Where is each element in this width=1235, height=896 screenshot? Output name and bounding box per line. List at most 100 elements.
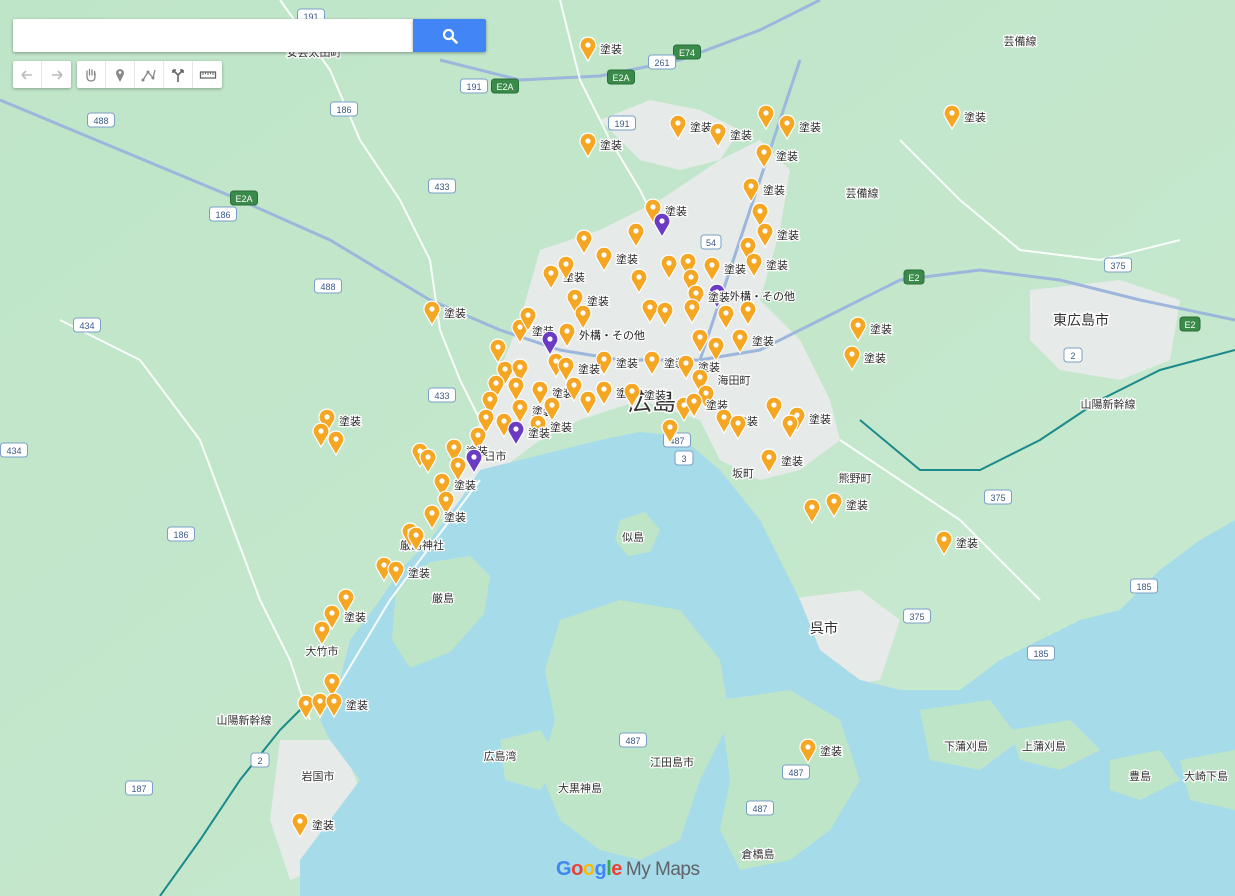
route-shield-label: 2 [1070, 351, 1075, 361]
pin-dot [343, 594, 349, 600]
pin-dot [697, 374, 703, 380]
pin-dot [451, 444, 457, 450]
place-label: 下蒲刈島 [944, 739, 988, 753]
pin-dot [475, 432, 481, 438]
route-shield: 433 [428, 178, 456, 194]
pin-label: 塗装 [781, 454, 803, 468]
pin-label: 塗装 [312, 818, 334, 832]
pin-dot [787, 420, 793, 426]
route-shield-label: 191 [614, 119, 629, 129]
route-shield-label: 186 [336, 105, 351, 115]
pin-dot [849, 351, 855, 357]
pin-dot [601, 356, 607, 362]
route-shield: 375 [984, 489, 1012, 505]
route-shield-label: 375 [909, 612, 924, 622]
add-marker-button[interactable] [106, 61, 135, 88]
undo-icon [21, 69, 32, 80]
route-shield-label: E2A [612, 73, 629, 83]
pin-dot [581, 235, 587, 241]
pin-dot [493, 380, 499, 386]
route-shield: 186 [330, 101, 358, 117]
pin-dot [762, 228, 768, 234]
route-shield: 185 [1027, 645, 1055, 661]
draw-line-icon [141, 69, 156, 81]
ruler-icon [199, 70, 216, 79]
tools-group [77, 61, 222, 88]
route-shield: 54 [700, 234, 722, 250]
route-shield-label: 54 [706, 238, 716, 248]
directions-button[interactable] [164, 61, 193, 88]
pin-dot [697, 334, 703, 340]
pin-label: 塗装 [600, 138, 622, 152]
route-shield: E2A [230, 190, 258, 206]
pin-dot [757, 208, 763, 214]
pin-label: 塗装 [346, 698, 368, 712]
pin-label: 塗装 [444, 510, 466, 524]
pin-label: 塗装 [870, 322, 892, 336]
pin-dot [572, 294, 578, 300]
pin-dot [745, 306, 751, 312]
redo-button[interactable] [42, 61, 71, 88]
pin-dot [439, 478, 445, 484]
pin-dot [429, 510, 435, 516]
search-button[interactable] [413, 19, 486, 52]
map-canvas[interactable]: 191E74261E2AE2A191191186488433E2A1865448… [0, 0, 1235, 896]
pin-dot [745, 242, 751, 248]
pin-dot [393, 566, 399, 572]
redo-icon [51, 69, 63, 80]
pin-dot [659, 218, 665, 224]
route-shield-label: 185 [1136, 582, 1151, 592]
pin-dot [319, 626, 325, 632]
pin-dot [675, 120, 681, 126]
pin-dot [809, 504, 815, 510]
pin-label: 塗装 [730, 128, 752, 142]
pin-dot [649, 356, 655, 362]
place-label: 似島 [622, 530, 644, 544]
place-label: 広島湾 [484, 749, 517, 763]
pin-label: 塗装 [616, 252, 638, 266]
pin-dot [513, 382, 519, 388]
pin-dot [709, 262, 715, 268]
pin-label: 塗装 [616, 356, 638, 370]
pin-label: 塗装 [776, 149, 798, 163]
pin-label: 塗装 [644, 388, 666, 402]
undo-button[interactable] [13, 61, 42, 88]
google-wordmark: Google [556, 858, 622, 880]
pin-label: 塗装 [550, 420, 572, 434]
draw-line-button[interactable] [135, 61, 164, 88]
pin-dot [413, 532, 419, 538]
route-shield: E2 [903, 269, 925, 285]
place-label: 芸備線 [846, 186, 879, 200]
pin-dot [429, 306, 435, 312]
route-shield: 186 [167, 526, 195, 542]
route-shield: 2 [250, 752, 270, 768]
pin-dot [650, 204, 656, 210]
place-label: 山陽新幹線 [1081, 397, 1136, 411]
pin-dot [689, 304, 695, 310]
pin-dot [585, 42, 591, 48]
pin-dot [715, 128, 721, 134]
pin-dot [761, 149, 767, 155]
route-shield-label: 2 [257, 756, 262, 766]
pin-dot [784, 120, 790, 126]
pin-dot [331, 698, 337, 704]
pin-dot [547, 336, 553, 342]
search-input[interactable] [13, 19, 413, 52]
route-shield: 191 [608, 115, 636, 131]
pin-dot [585, 138, 591, 144]
hand-tool-button[interactable] [77, 61, 106, 88]
pin-dot [735, 420, 741, 426]
place-label: 海田町 [718, 373, 751, 387]
pin-dot [502, 366, 508, 372]
route-shield-label: 191 [466, 82, 481, 92]
place-label: 熊野町 [839, 471, 872, 485]
route-shield-label: E74 [679, 48, 695, 58]
place-label: 岩国市 [302, 769, 335, 783]
search-icon [442, 28, 458, 44]
route-shield-label: 185 [1033, 649, 1048, 659]
measure-button[interactable] [193, 61, 222, 88]
pin-dot [517, 404, 523, 410]
route-shield-label: 187 [131, 784, 146, 794]
route-shield-label: 186 [215, 210, 230, 220]
pin-dot [949, 110, 955, 116]
